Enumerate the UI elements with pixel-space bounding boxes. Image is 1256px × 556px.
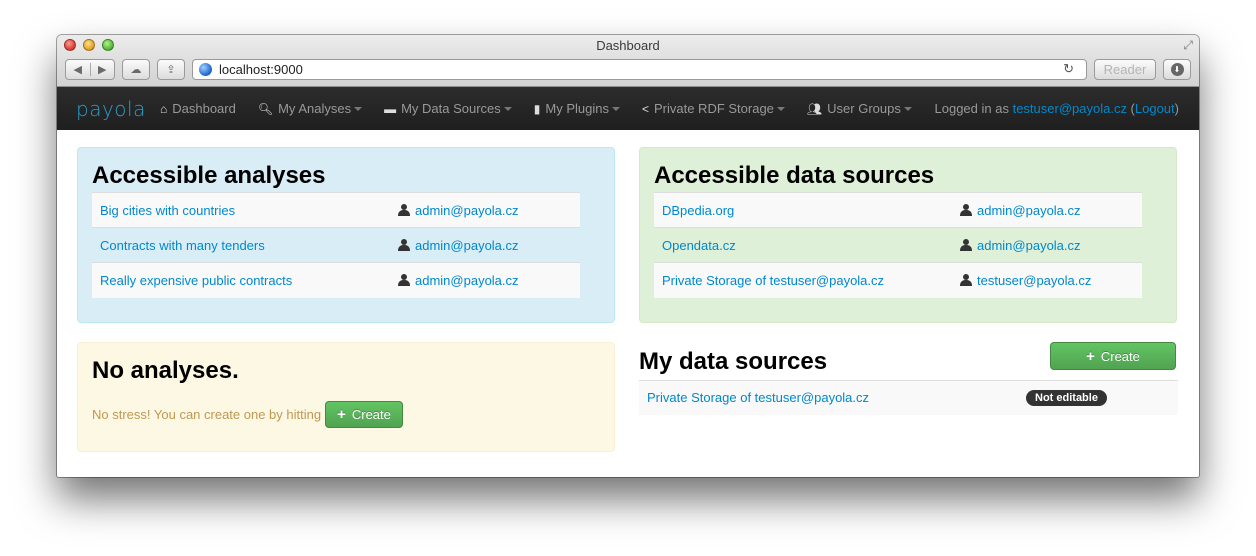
browser-toolbar: ◀ ▶ ☁ ⇪ localhost:9000 ↻ Reader ⬇ bbox=[65, 58, 1191, 80]
create-analysis-button[interactable]: + Create bbox=[325, 401, 403, 428]
cloud-icon: ☁ bbox=[130, 63, 142, 76]
search-icon: 🔍︎ bbox=[257, 101, 274, 116]
login-prefix: Logged in as bbox=[934, 101, 1009, 116]
caret-down-icon bbox=[503, 106, 512, 111]
fullscreen-icon[interactable]: ⤢ bbox=[1183, 38, 1193, 53]
analysis-link[interactable]: Contracts with many tenders bbox=[100, 238, 265, 253]
globe-icon bbox=[199, 62, 212, 76]
home-icon: ⌂ bbox=[160, 101, 168, 116]
user-icon bbox=[960, 203, 972, 216]
my-data-sources-section: My data sources + Create Private Storage… bbox=[639, 342, 1178, 415]
no-analyses-message: No stress! You can create one by hitting… bbox=[92, 401, 600, 428]
nav-my-data-sources[interactable]: ▬ My Data Sources bbox=[384, 101, 512, 116]
file-icon: ▮ bbox=[533, 101, 541, 116]
owner-link[interactable]: admin@payola.cz bbox=[415, 203, 519, 218]
accessible-analyses-panel: Accessible analyses Big cities with coun… bbox=[77, 147, 615, 323]
window-title: Dashboard bbox=[596, 38, 660, 53]
user-icon bbox=[960, 238, 972, 251]
plus-icon: + bbox=[337, 406, 346, 423]
nav-label: Dashboard bbox=[172, 101, 236, 116]
nav-my-analyses[interactable]: 🔍︎ My Analyses bbox=[257, 101, 363, 116]
browser-titlebar: Dashboard ⤢ ◀ ▶ ☁ ⇪ localhost:9000 ↻ Rea… bbox=[57, 35, 1199, 87]
icloud-tabs-button[interactable]: ☁ bbox=[122, 58, 150, 80]
accessible-analyses-table: Big cities with countries admin@payola.c… bbox=[92, 192, 580, 298]
user-icon bbox=[398, 238, 410, 251]
accessible-data-sources-table: DBpedia.org admin@payola.cz Opendata.cz … bbox=[654, 192, 1142, 298]
nav-label: Private RDF Storage bbox=[653, 101, 774, 116]
current-user-link[interactable]: testuser@payola.cz bbox=[1013, 101, 1127, 116]
table-row: Private Storage of testuser@payola.cz te… bbox=[654, 262, 1142, 298]
share-icon: ⇪ bbox=[166, 63, 176, 76]
download-icon: ⬇ bbox=[1170, 62, 1184, 76]
data-source-link[interactable]: Private Storage of testuser@payola.cz bbox=[662, 273, 884, 288]
panel-title: Accessible data sources bbox=[654, 162, 935, 189]
forward-button[interactable]: ▶ bbox=[91, 63, 115, 76]
analysis-link[interactable]: Big cities with countries bbox=[100, 203, 235, 218]
caret-down-icon bbox=[776, 106, 785, 111]
caret-down-icon bbox=[903, 106, 912, 111]
nav-dashboard[interactable]: ⌂ Dashboard bbox=[160, 101, 236, 116]
top-navbar: payola ⌂ Dashboard 🔍︎ My Analyses ▬ My D… bbox=[57, 87, 1199, 130]
reload-icon[interactable]: ↻ bbox=[1063, 61, 1074, 77]
table-row: Contracts with many tenders admin@payola… bbox=[92, 227, 580, 263]
users-icon: 👥︎ bbox=[806, 101, 823, 116]
button-label: Create bbox=[351, 407, 391, 422]
user-icon bbox=[398, 203, 410, 216]
nav-label: User Groups bbox=[827, 101, 901, 116]
owner-link[interactable]: admin@payola.cz bbox=[977, 203, 1081, 218]
owner-link[interactable]: admin@payola.cz bbox=[415, 238, 519, 253]
plus-icon: + bbox=[1086, 347, 1095, 365]
login-info: Logged in as testuser@payola.cz (Logout) bbox=[934, 101, 1180, 116]
panel-title: No analyses. bbox=[92, 357, 239, 384]
url-text[interactable]: localhost:9000 bbox=[219, 62, 1063, 77]
address-bar[interactable]: localhost:9000 ↻ bbox=[192, 58, 1087, 80]
browser-window: Dashboard ⤢ ◀ ▶ ☁ ⇪ localhost:9000 ↻ Rea… bbox=[57, 35, 1199, 477]
table-row: Big cities with countries admin@payola.c… bbox=[92, 192, 580, 228]
downloads-button[interactable]: ⬇ bbox=[1163, 58, 1191, 80]
dashboard-content: Accessible analyses Big cities with coun… bbox=[57, 130, 1199, 477]
button-label: Create bbox=[1100, 348, 1140, 364]
accessible-data-sources-panel: Accessible data sources DBpedia.org admi… bbox=[639, 147, 1177, 323]
owner-link[interactable]: admin@payola.cz bbox=[977, 238, 1081, 253]
brand-logo[interactable]: payola bbox=[76, 97, 160, 121]
create-data-source-button[interactable]: + Create bbox=[1050, 342, 1176, 370]
user-icon bbox=[960, 273, 972, 286]
no-analyses-panel: No analyses. No stress! You can create o… bbox=[77, 342, 615, 452]
panel-title: Accessible analyses bbox=[92, 162, 326, 189]
nav-user-groups[interactable]: 👥︎ User Groups bbox=[807, 101, 912, 116]
analysis-link[interactable]: Really expensive public contracts bbox=[100, 273, 292, 288]
table-row: Private Storage of testuser@payola.cz No… bbox=[639, 380, 1178, 415]
caret-down-icon bbox=[611, 106, 620, 111]
status-badge: Not editable bbox=[1026, 390, 1107, 407]
nav-label: My Analyses bbox=[278, 101, 352, 116]
owner-link[interactable]: testuser@payola.cz bbox=[977, 273, 1091, 288]
nav-my-plugins[interactable]: ▮ My Plugins bbox=[534, 101, 620, 116]
hdd-icon: ▬ bbox=[384, 101, 397, 116]
logout-link[interactable]: Logout bbox=[1135, 101, 1175, 116]
nav-label: My Data Sources bbox=[401, 101, 501, 116]
table-row: DBpedia.org admin@payola.cz bbox=[654, 192, 1142, 228]
table-row: Opendata.cz admin@payola.cz bbox=[654, 227, 1142, 263]
data-source-link[interactable]: Opendata.cz bbox=[662, 238, 736, 253]
user-icon bbox=[398, 273, 410, 286]
nav-private-rdf-storage[interactable]: < Private RDF Storage bbox=[642, 101, 785, 116]
share-button[interactable]: ⇪ bbox=[157, 58, 185, 80]
data-source-link[interactable]: DBpedia.org bbox=[662, 203, 734, 218]
table-row: Really expensive public contracts admin@… bbox=[92, 262, 580, 298]
owner-link[interactable]: admin@payola.cz bbox=[415, 273, 519, 288]
back-button[interactable]: ◀ bbox=[66, 62, 91, 76]
reader-button[interactable]: Reader bbox=[1094, 58, 1156, 80]
share-alt-icon: < bbox=[641, 101, 649, 116]
no-analyses-text: No stress! You can create one by hitting bbox=[92, 407, 322, 422]
my-data-sources-table: Private Storage of testuser@payola.cz No… bbox=[639, 380, 1178, 415]
data-source-link[interactable]: Private Storage of testuser@payola.cz bbox=[647, 390, 869, 405]
caret-down-icon bbox=[354, 106, 363, 111]
nav-label: My Plugins bbox=[545, 101, 609, 116]
back-forward-group: ◀ ▶ bbox=[65, 58, 115, 80]
